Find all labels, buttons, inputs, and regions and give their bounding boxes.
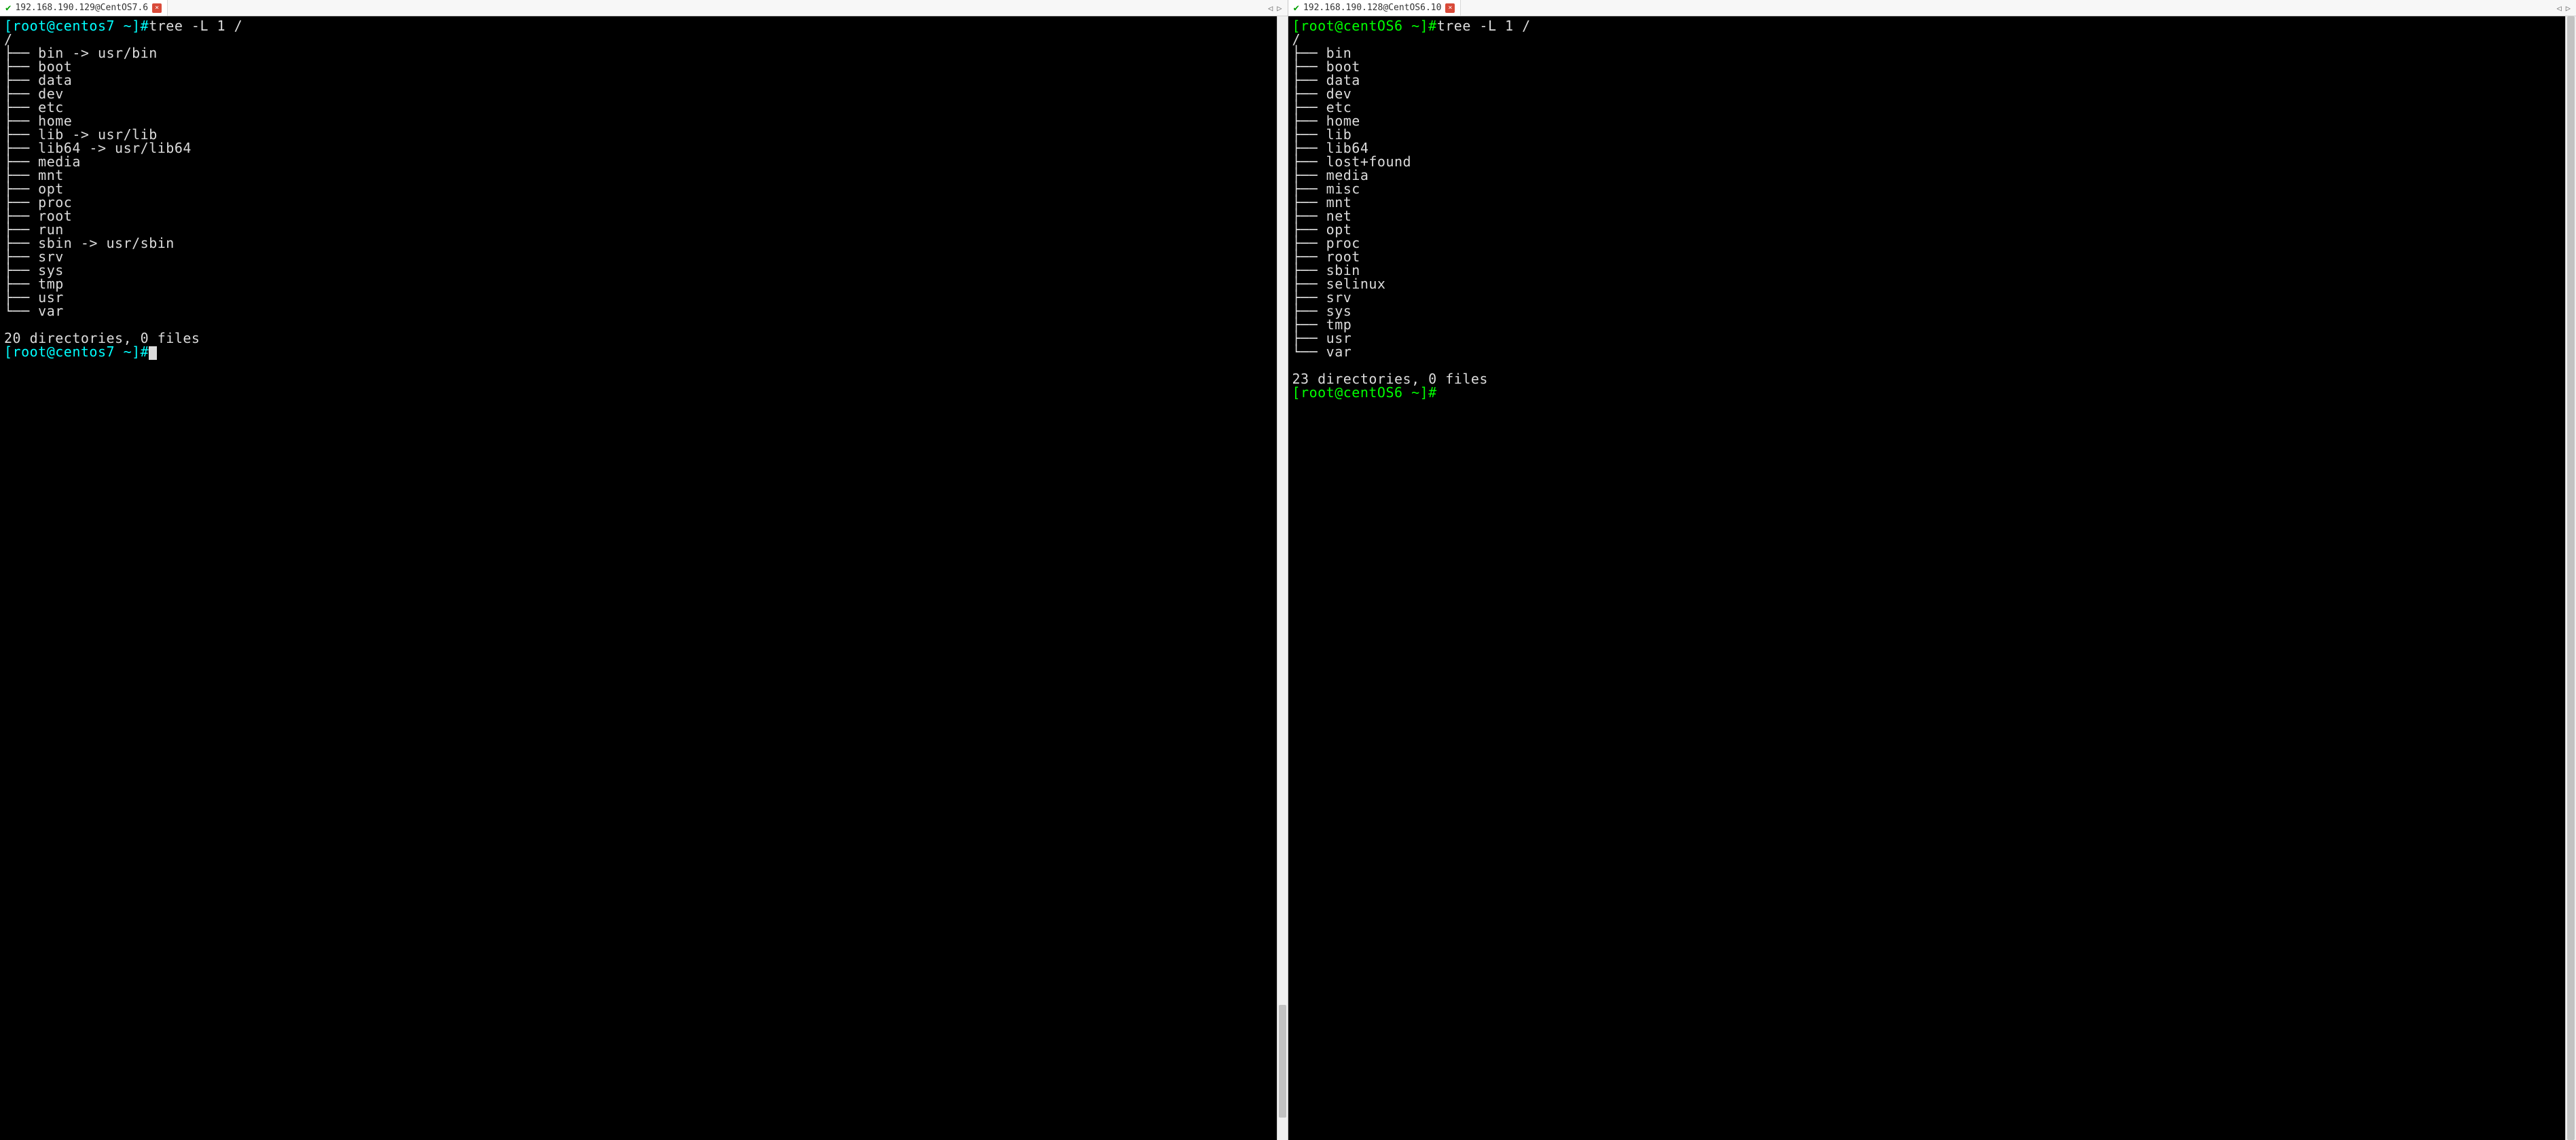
- tree-entry: ├── misc: [1292, 182, 2562, 196]
- tree-entry: ├── home: [4, 114, 1273, 128]
- tree-entry: ├── root: [1292, 250, 2562, 263]
- tree-entry: ├── proc: [1292, 236, 2562, 250]
- terminal-wrap-right: [root@centOS6 ~]#tree -L 1 //├── bin├── …: [1288, 16, 2576, 1140]
- tree-entry: ├── srv: [4, 250, 1273, 263]
- tree-summary: 23 directories, 0 files: [1292, 372, 2562, 386]
- scroll-thumb-right[interactable]: [2567, 16, 2575, 1140]
- tree-entry: ├── selinux: [1292, 277, 2562, 291]
- prompt: [root@centOS6 ~]#: [1292, 18, 1437, 34]
- tree-entry: ├── lib64 -> usr/lib64: [4, 141, 1273, 155]
- tree-entry: ├── sbin -> usr/sbin: [4, 236, 1273, 250]
- tree-root: /: [4, 33, 1273, 46]
- prompt: [root@centOS6 ~]#: [1292, 384, 1437, 401]
- workspace: ✔ 192.168.190.129@CentOS7.6 × ◁ ▷ [root@…: [0, 0, 2576, 1140]
- tab-prev-icon[interactable]: ◁: [1267, 3, 1274, 13]
- tree-entry: ├── home: [1292, 114, 2562, 128]
- pane-right: ✔ 192.168.190.128@CentOS6.10 × ◁ ▷ [root…: [1288, 0, 2576, 1140]
- tree-entry: ├── usr: [1292, 331, 2562, 345]
- tab-nav-arrows: ◁ ▷: [2556, 3, 2576, 13]
- tree-entry: ├── net: [1292, 209, 2562, 223]
- tree-entry: └── var: [1292, 345, 2562, 358]
- tree-entry: ├── mnt: [4, 168, 1273, 182]
- tree-entry: ├── data: [4, 73, 1273, 87]
- tree-entry: ├── root: [4, 209, 1273, 223]
- connected-icon: ✔: [1294, 3, 1299, 13]
- tree-entry: ├── boot: [4, 60, 1273, 73]
- tree-entry: ├── etc: [1292, 100, 2562, 114]
- tab-prev-icon[interactable]: ◁: [2556, 3, 2563, 13]
- terminal-left[interactable]: [root@centos7 ~]#tree -L 1 //├── bin -> …: [0, 16, 1277, 1140]
- tree-entry: ├── opt: [1292, 223, 2562, 236]
- tree-entry: ├── lib: [1292, 128, 2562, 141]
- blank-line: [1292, 358, 2562, 372]
- connected-icon: ✔: [5, 3, 11, 13]
- terminal-right[interactable]: [root@centOS6 ~]#tree -L 1 //├── bin├── …: [1288, 16, 2566, 1140]
- tab-title: 192.168.190.128@CentOS6.10: [1303, 3, 1442, 13]
- scrollbar-left[interactable]: [1277, 16, 1288, 1140]
- tree-root: /: [1292, 33, 2562, 46]
- tab-nav-arrows: ◁ ▷: [1267, 3, 1287, 13]
- tab-left[interactable]: ✔ 192.168.190.129@CentOS7.6 ×: [0, 0, 168, 16]
- tree-entry: ├── media: [4, 155, 1273, 168]
- tree-entry: ├── sys: [1292, 304, 2562, 318]
- tab-next-icon[interactable]: ▷: [2564, 3, 2572, 13]
- tabbar-right: ✔ 192.168.190.128@CentOS6.10 × ◁ ▷: [1288, 0, 2576, 16]
- command-text: tree -L 1 /: [149, 18, 242, 34]
- tree-entry: └── var: [4, 304, 1273, 318]
- tree-entry: ├── opt: [4, 182, 1273, 196]
- terminal-wrap-left: [root@centos7 ~]#tree -L 1 //├── bin -> …: [0, 16, 1288, 1140]
- tree-entry: ├── lib64: [1292, 141, 2562, 155]
- command-text: tree -L 1 /: [1437, 18, 1531, 34]
- scroll-thumb-left[interactable]: [1279, 1005, 1286, 1118]
- scrollbar-right[interactable]: [2565, 16, 2576, 1140]
- close-icon[interactable]: ×: [152, 3, 162, 13]
- tree-entry: ├── sbin: [1292, 263, 2562, 277]
- tree-entry: ├── bin: [1292, 46, 2562, 60]
- tree-entry: ├── dev: [1292, 87, 2562, 100]
- tab-title: 192.168.190.129@CentOS7.6: [15, 3, 148, 13]
- tree-entry: ├── boot: [1292, 60, 2562, 73]
- prompt: [root@centos7 ~]#: [4, 18, 149, 34]
- tabbar-left: ✔ 192.168.190.129@CentOS7.6 × ◁ ▷: [0, 0, 1288, 16]
- tree-entry: ├── bin -> usr/bin: [4, 46, 1273, 60]
- tree-entry: ├── media: [1292, 168, 2562, 182]
- tree-entry: ├── run: [4, 223, 1273, 236]
- tree-entry: ├── sys: [4, 263, 1273, 277]
- tree-entry: ├── tmp: [1292, 318, 2562, 331]
- tree-entry: ├── dev: [4, 87, 1273, 100]
- tab-right[interactable]: ✔ 192.168.190.128@CentOS6.10 ×: [1288, 0, 1462, 16]
- tree-entry: ├── etc: [4, 100, 1273, 114]
- tree-summary: 20 directories, 0 files: [4, 331, 1273, 345]
- tree-entry: ├── tmp: [4, 277, 1273, 291]
- tree-entry: ├── srv: [1292, 291, 2562, 304]
- tree-entry: ├── mnt: [1292, 196, 2562, 209]
- pane-left: ✔ 192.168.190.129@CentOS7.6 × ◁ ▷ [root@…: [0, 0, 1288, 1140]
- tree-entry: ├── usr: [4, 291, 1273, 304]
- tree-entry: ├── lib -> usr/lib: [4, 128, 1273, 141]
- close-icon[interactable]: ×: [1445, 3, 1455, 13]
- tree-entry: ├── data: [1292, 73, 2562, 87]
- tree-entry: ├── proc: [4, 196, 1273, 209]
- prompt: [root@centos7 ~]#: [4, 344, 149, 360]
- tab-next-icon[interactable]: ▷: [1275, 3, 1283, 13]
- blank-line: [4, 318, 1273, 331]
- cursor: [149, 346, 157, 360]
- tree-entry: ├── lost+found: [1292, 155, 2562, 168]
